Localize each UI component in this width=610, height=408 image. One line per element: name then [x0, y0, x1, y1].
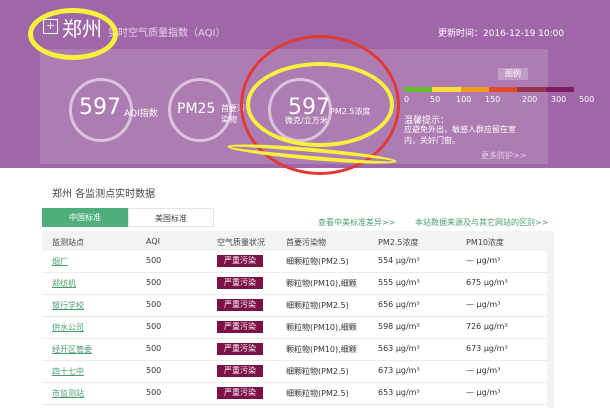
pm25-cell: 563 μg/m³	[378, 344, 420, 353]
aqi-cell: 500	[146, 322, 162, 331]
pm10-cell: 673 μg/m³	[466, 344, 508, 353]
column-header: AQI	[146, 237, 160, 246]
scale-label: 500	[579, 95, 595, 104]
scale-segment	[460, 87, 489, 92]
scale-label: 0	[404, 95, 410, 104]
city-title[interactable]: 郑州	[62, 13, 102, 42]
table-row: 烟厂 500 严重污染 细颗粒物(PM2.5) 554 μg/m³ — μg/m³	[42, 251, 547, 273]
scale-segment	[517, 87, 546, 92]
pollutant-cell: 细颗粒物(PM2.5)	[286, 367, 349, 376]
pm25-cell: 554 μg/m³	[378, 256, 420, 265]
column-header: 空气质量状况	[217, 238, 265, 247]
aqi-cell: 500	[146, 256, 162, 265]
data-source-link[interactable]: 本站数据来源及与其它网站的区别>>	[415, 217, 548, 228]
station-link[interactable]: 供水公司	[52, 322, 84, 333]
scale-label: 150	[485, 95, 501, 104]
quality-badge: 严重污染	[217, 365, 263, 377]
scale-segment	[404, 87, 433, 92]
primary-pollutant: PM25	[177, 101, 216, 117]
column-header: 首要污染物	[286, 238, 326, 247]
station-link[interactable]: 四十七中	[52, 366, 84, 377]
table-row: 供水公司 500 严重污染 颗粒物(PM10),细颗 598 μg/m³ 726 μg/m…	[42, 317, 547, 339]
scale-label: 200	[522, 95, 538, 104]
scale-segment	[432, 87, 461, 92]
quality-badge: 严重污染	[217, 277, 263, 289]
table-row: 经开区管委 500 严重污染 颗粒物(PM10),细颗 563 μg/m³ 673 μg/…	[42, 339, 547, 361]
pm10-cell: — μg/m³	[466, 388, 501, 397]
pollutant-cell: 细颗粒物(PM2.5)	[286, 389, 349, 398]
pm10-cell: — μg/m³	[466, 256, 501, 265]
pm25-label: PM2.5浓度	[330, 107, 371, 116]
pm25-cell: 673 μg/m³	[378, 366, 420, 375]
scale-segment	[488, 87, 518, 92]
scrollbar[interactable]	[547, 231, 554, 408]
quality-badge: 严重污染	[217, 255, 263, 267]
aqi-cell: 500	[146, 278, 162, 287]
tab-us-standard[interactable]: 美国标准	[128, 208, 214, 227]
pm25-cell: 653 μg/m³	[378, 388, 420, 397]
table-row: 郑纺机 500 严重污染 颗粒物(PM10),细颗 555 μg/m³ 675 μg/m³	[42, 273, 547, 295]
primary-pollutant-label: 首要污染物	[221, 104, 245, 124]
update-time: 更新时间：2016-12-19 10:00	[438, 29, 565, 39]
scale-label: 100	[456, 95, 472, 104]
section-title: 郑州 各监测点实时数据	[52, 189, 156, 200]
pm25-cell: 656 μg/m³	[378, 300, 420, 309]
table-row: 四十七中 500 严重污染 细颗粒物(PM2.5) 673 μg/m³ — μg/m³	[42, 361, 547, 383]
aqi-label: AQI指数	[124, 109, 158, 119]
pollutant-cell: 细颗粒物(PM2.5)	[286, 257, 349, 266]
table-row: 市监测站 500 严重污染 细颗粒物(PM2.5) 653 μg/m³ — μg/m³	[42, 383, 547, 405]
quality-badge: 严重污染	[217, 299, 263, 311]
station-link[interactable]: 银行学校	[52, 300, 84, 311]
station-link[interactable]: 郑纺机	[52, 278, 76, 289]
health-tip-text: 应避免外出，敏感人群应留在室内，关好门窗。	[404, 125, 516, 145]
more-protection-link[interactable]: 更多防护>>	[481, 150, 526, 161]
pm10-cell: 726 μg/m³	[466, 322, 508, 331]
quality-badge: 严重污染	[217, 343, 263, 355]
pollutant-cell: 颗粒物(PM10),细颗	[286, 279, 357, 288]
table-row: 银行学校 500 严重污染 细颗粒物(PM2.5) 656 μg/m³ — μg/m³	[42, 295, 547, 317]
aqi-scale-bar	[404, 87, 574, 92]
column-header: PM2.5浓度	[378, 238, 419, 247]
station-table: 监测站点 AQI 空气质量状况 首要污染物 PM2.5浓度 PM10浓度 烟厂 5…	[42, 231, 547, 405]
legend-icon[interactable]: 图例	[498, 68, 528, 80]
quality-badge: 严重污染	[217, 387, 263, 399]
aqi-cell: 500	[146, 300, 162, 309]
pm25-cell: 598 μg/m³	[378, 322, 420, 331]
pm25-unit: 微克/立方米	[285, 116, 328, 125]
pollutant-cell: 颗粒物(PM10),细颗	[286, 323, 357, 332]
aqi-cell: 500	[146, 366, 162, 375]
column-header: PM10浓度	[466, 238, 504, 247]
pm10-cell: 675 μg/m³	[466, 278, 508, 287]
station-link[interactable]: 市监测站	[52, 388, 84, 399]
pollutant-cell: 细颗粒物(PM2.5)	[286, 301, 349, 310]
pm10-cell: — μg/m³	[466, 300, 501, 309]
standard-diff-link[interactable]: 查看中美标准差异>>	[318, 217, 395, 228]
column-header: 监测站点	[52, 238, 84, 247]
scale-segment	[545, 87, 574, 92]
add-city-icon[interactable]: +	[43, 19, 58, 34]
aqi-cell: 500	[146, 344, 162, 353]
page-subtitle: 实时空气质量指数（AQI）	[108, 28, 226, 39]
quality-badge: 严重污染	[217, 321, 263, 333]
scale-label: 50	[430, 95, 441, 104]
table-header: 监测站点 AQI 空气质量状况 首要污染物 PM2.5浓度 PM10浓度	[42, 231, 547, 251]
tab-china-standard[interactable]: 中国标准	[42, 208, 128, 227]
pollutant-cell: 颗粒物(PM10),细颗	[286, 345, 357, 354]
aqi-scale-labels: 0 50 100 150 200 300 500	[404, 95, 604, 107]
scale-label: 300	[551, 95, 567, 104]
station-link[interactable]: 烟厂	[52, 256, 68, 267]
pm25-cell: 555 μg/m³	[378, 278, 420, 287]
aqi-value: 597	[79, 95, 121, 120]
station-link[interactable]: 经开区管委	[52, 344, 92, 355]
pm10-cell: — μg/m³	[466, 366, 501, 375]
aqi-cell: 500	[146, 388, 162, 397]
